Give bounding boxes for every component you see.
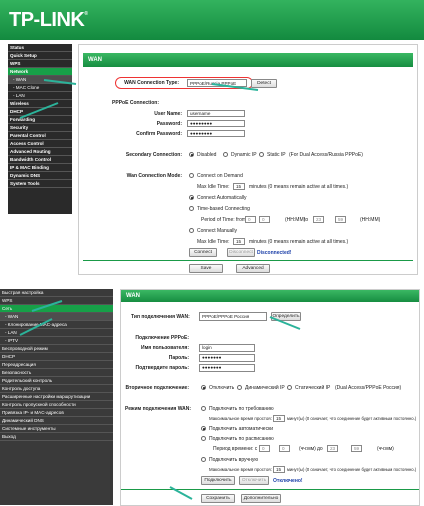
arrow-network-ru [31,300,63,312]
arrow-type-ru [269,316,301,330]
english-screenshot: TP-LINK® Status Quick Setup WPS Network - WA… [0,0,424,285]
annotation-arrows-ru [19,300,301,500]
arrow-network [43,79,77,85]
arrow-type [211,83,259,91]
arrow-save-ru [169,486,193,500]
arrow-wan [19,102,59,119]
annotation-arrows [19,79,259,119]
arrow-wan-ru [19,318,53,336]
